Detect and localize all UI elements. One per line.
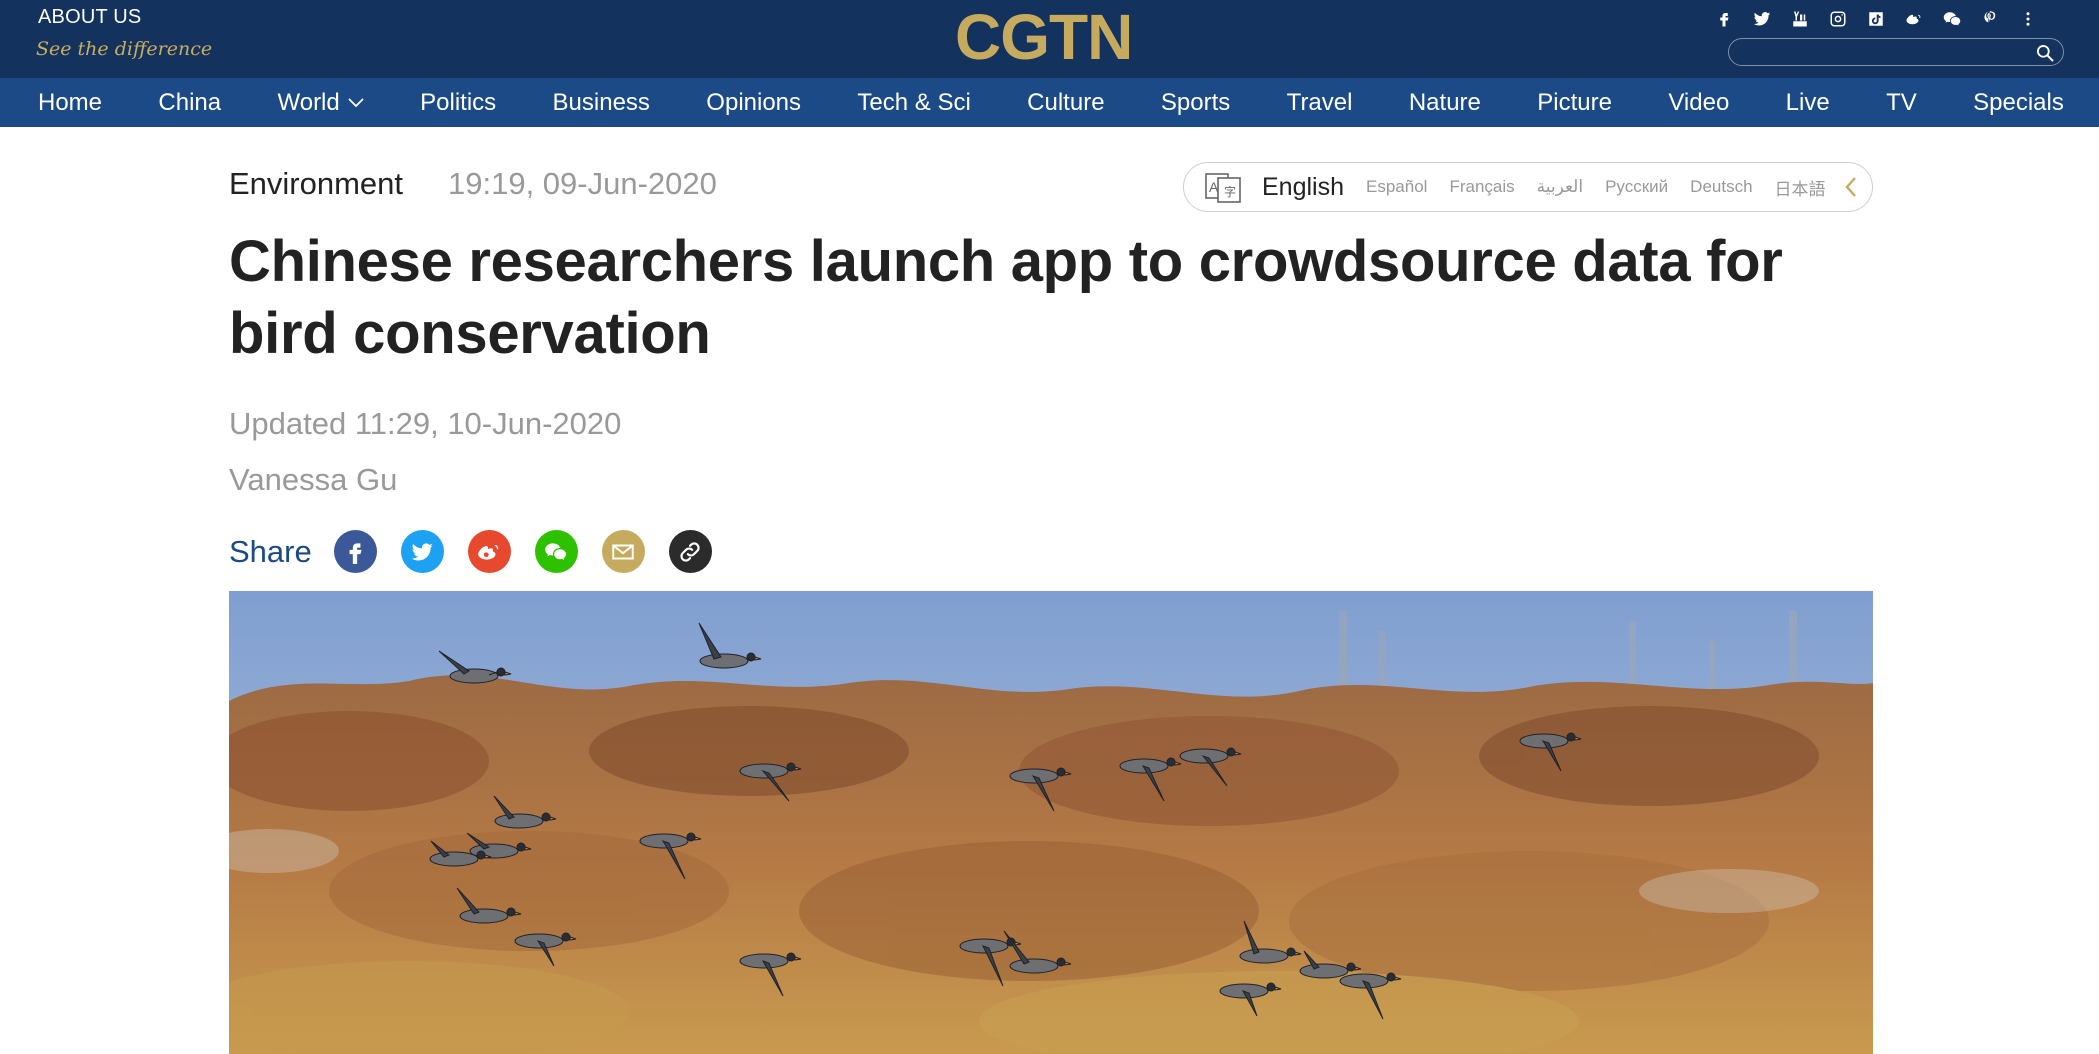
main-nav: Home China World Politics Business Opini… (0, 78, 2099, 127)
lang-english[interactable]: English (1262, 173, 1344, 202)
lang-russian[interactable]: Русский (1605, 177, 1668, 197)
search-icon[interactable] (2035, 43, 2055, 63)
link-icon (680, 541, 700, 562)
nav-item-label: World (277, 88, 340, 116)
chevron-down-icon (348, 97, 364, 107)
article-title: Chinese researchers launch app to crowds… (229, 229, 1783, 366)
article-category[interactable]: Environment (229, 166, 403, 202)
nav-item-label: Specials (1973, 88, 2064, 116)
nav-item-world[interactable]: World (278, 89, 364, 117)
svg-text:A: A (1209, 179, 1219, 195)
language-switcher: A 字 English Español Français العربية Рус… (1183, 162, 1873, 212)
search-input[interactable] (1729, 39, 2029, 65)
nav-item-label: Travel (1286, 88, 1353, 116)
lang-francais[interactable]: Français (1449, 177, 1514, 197)
nav-item-label: Home (38, 88, 103, 116)
nav-item-label: Business (552, 88, 650, 116)
nav-item-live[interactable]: Live (1786, 89, 1830, 117)
hero-image (229, 591, 1873, 1054)
article-date: 19:19, 09-Jun-2020 (448, 166, 717, 201)
weibo-icon[interactable] (1899, 6, 1929, 32)
social-links (1709, 6, 2043, 32)
instagram-icon[interactable] (1823, 6, 1853, 32)
share-weibo-button[interactable] (467, 530, 511, 573)
nav-item-label: Sports (1160, 88, 1231, 116)
share-facebook-button[interactable] (333, 530, 377, 573)
cgtn-logo[interactable]: CGTN (955, 4, 1133, 70)
nav-item-picture[interactable]: Picture (1537, 89, 1612, 117)
article-updated: Updated 11:29, 10-Jun-2020 (229, 406, 622, 441)
share-twitter-button[interactable] (400, 530, 444, 573)
nav-item-label: Live (1785, 88, 1830, 116)
facebook-icon (349, 542, 362, 564)
share-email-button[interactable] (601, 530, 645, 573)
nav-item-label: Tech & Sci (857, 88, 971, 116)
lang-deutsch[interactable]: Deutsch (1690, 177, 1752, 197)
email-icon (612, 544, 634, 559)
facebook-icon[interactable] (1709, 6, 1739, 32)
search-box (1728, 38, 2064, 66)
nav-item-label: Opinions (706, 88, 802, 116)
about-us-link[interactable]: ABOUT US (38, 6, 141, 29)
tiktok-icon[interactable] (1861, 6, 1891, 32)
lang-arabic[interactable]: العربية (1537, 177, 1583, 197)
twitter-icon[interactable] (1747, 6, 1777, 32)
nav-item-china[interactable]: China (158, 89, 221, 117)
nav-item-tv[interactable]: TV (1886, 89, 1917, 117)
wechat-icon (545, 542, 567, 560)
nav-item-video[interactable]: Video (1668, 89, 1729, 117)
youtube-icon[interactable] (1785, 6, 1815, 32)
twitter-icon (411, 542, 434, 560)
lang-japanese[interactable]: 日本語 (1775, 175, 1826, 200)
nav-item-label: Picture (1537, 88, 1612, 116)
wechat-icon[interactable] (1937, 6, 1967, 32)
share-wechat-button[interactable] (534, 530, 578, 573)
share-bar: Share (229, 530, 736, 573)
nav-item-nature[interactable]: Nature (1409, 89, 1481, 117)
chevron-left-icon[interactable] (1844, 176, 1858, 198)
nav-item-label: TV (1886, 88, 1917, 116)
nav-item-politics[interactable]: Politics (420, 89, 496, 117)
nav-item-travel[interactable]: Travel (1287, 89, 1353, 117)
share-label: Share (229, 533, 312, 569)
nav-item-culture[interactable]: Culture (1027, 89, 1104, 117)
translate-icon: A 字 (1205, 173, 1241, 203)
nav-item-label: China (158, 88, 222, 116)
nav-item-label: Nature (1408, 88, 1481, 116)
weibo-icon (478, 544, 499, 560)
lang-espanol[interactable]: Español (1366, 177, 1427, 197)
nav-item-label: Culture (1027, 88, 1105, 116)
nav-item-tech-sci[interactable]: Tech & Sci (857, 89, 970, 117)
nav-item-specials[interactable]: Specials (1973, 89, 2064, 117)
article-author[interactable]: Vanessa Gu (229, 462, 397, 498)
tagline: See the difference (36, 38, 213, 60)
more-icon[interactable] (2013, 6, 2043, 32)
pinterest-icon[interactable] (1975, 6, 2005, 32)
nav-item-sports[interactable]: Sports (1161, 89, 1230, 117)
nav-item-home[interactable]: Home (38, 89, 102, 117)
top-header: ABOUT US See the difference CGTN (0, 0, 2099, 78)
svg-text:字: 字 (1224, 184, 1236, 199)
nav-item-label: Politics (420, 88, 497, 116)
nav-item-business[interactable]: Business (553, 89, 650, 117)
nav-item-label: Video (1668, 88, 1730, 116)
share-link-button[interactable] (668, 530, 712, 573)
nav-item-opinions[interactable]: Opinions (706, 89, 801, 117)
